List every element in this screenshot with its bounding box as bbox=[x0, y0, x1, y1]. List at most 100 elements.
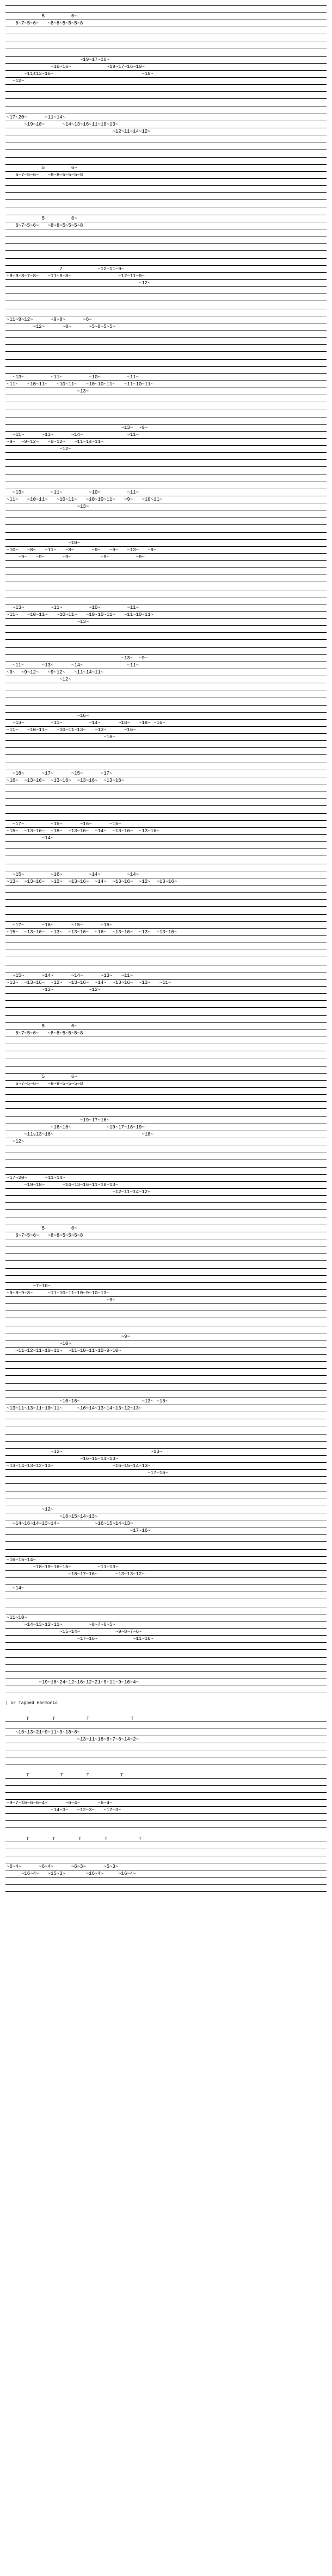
tab-string-line bbox=[5, 1037, 327, 1044]
tab-string-line: ~11~ ~10~11~ ~10~11~13~ ~13~ ~16~ bbox=[5, 726, 327, 733]
tab-system: ~18~ ~17~ ~15~ ~17~~16~ ~13~16~ ~13~16~ … bbox=[5, 763, 327, 806]
tab-string-line bbox=[5, 1757, 327, 1764]
tab-string-line bbox=[5, 1492, 327, 1499]
tab-string-line bbox=[5, 236, 327, 243]
tab-string-line: ~19~18~ ~14~13~16~11~10~13~ bbox=[5, 121, 327, 128]
tab-string-line bbox=[5, 517, 327, 525]
tab-string-line bbox=[5, 1202, 327, 1210]
tab-string-line bbox=[5, 849, 327, 856]
tab-system: ~12~ ~16~15~14~13~ ~14~16~14~13~14~ ~16~… bbox=[5, 1492, 327, 1542]
tab-row: ~13~ ~11~ ~10~ ~11~~11~ ~10~11~ ~10~11~ … bbox=[5, 359, 332, 409]
tab-string-line: ~19~17~16~ bbox=[5, 56, 327, 63]
tab-string-line bbox=[5, 1686, 327, 1693]
tab-string-line bbox=[5, 1884, 327, 1892]
tab-string-line: 5 6~ bbox=[5, 1225, 327, 1232]
tab-string-line bbox=[5, 192, 327, 200]
tab-row: ~16~ ~13~ ~11~ ~14~ ~18~ ~18~ ~16~~11~ ~… bbox=[5, 705, 332, 755]
tab-string-line bbox=[5, 1664, 327, 1671]
tab-string-line bbox=[5, 1368, 327, 1376]
tab-row: 5 6~ 6~7~5~6~ ~8~8~5~5~5~8 bbox=[5, 208, 332, 251]
tab-string-line bbox=[5, 791, 327, 798]
tab-row: ~15~ ~14~ ~14~ ~13~ ~11~~13~ ~13~16~ ~12… bbox=[5, 965, 332, 1008]
tab-string-line: ~13~ bbox=[5, 618, 327, 625]
tab-string-line bbox=[5, 1152, 327, 1159]
tab-system: ~11~9~12~ ~9~8~ ~6~ ~12~ ~8~ ~5~8~5~5~ bbox=[5, 309, 327, 352]
tab-row: ~13~ ~11~ ~10~ ~11~~11~ ~10~11~ ~10~11~ … bbox=[5, 475, 332, 525]
tab-string-line: ~13~11~13~11~10~11~ ~16~14~13~14~13~12~1… bbox=[5, 1405, 327, 1412]
tab-row: 7 ~12~11~9~~8~9~8~7~8~ ~11~9~8~ ~12~11~9… bbox=[5, 258, 332, 301]
tab-string-line bbox=[5, 1000, 327, 1008]
tab-system: 5 6~ 6~7~5~6~ ~8~8~5~5~5~8 bbox=[5, 1015, 327, 1058]
tab-string-line bbox=[5, 1577, 327, 1585]
tab-system: ~11~10~ ~14~13~12~11~ ~8~7~6~5~ ~15~14~ … bbox=[5, 1607, 327, 1650]
tab-string-line bbox=[5, 1750, 327, 1757]
tab-string-line: ~14~ bbox=[5, 1585, 327, 1592]
tab-row: ~13~ ~9~ ~11~ ~13~ ~14~ ~11~~9~ ~9~12~ ~… bbox=[5, 647, 332, 697]
tab-system: ~15~ ~16~ ~14~ ~14~~13~ ~13~16~ ~12~ ~13… bbox=[5, 864, 327, 907]
tab-row: ~9~ ~10~ ~11~12~11~10~11~ ~11~10~11~10~9… bbox=[5, 1326, 332, 1376]
tab-string-line bbox=[5, 1239, 327, 1246]
tab-string-line: ~11~12~11~10~11~ ~11~10~11~10~9~10~ bbox=[5, 1347, 327, 1354]
tab-string-line bbox=[5, 286, 327, 294]
tab-string-line: ~14~ bbox=[5, 834, 327, 841]
tab-string-line: ~12~11~14~12~ bbox=[5, 1188, 327, 1195]
tab-string-line bbox=[5, 632, 327, 640]
tab-row: ~17~20~ ~11~14~ ~19~18~ ~14~13~16~11~10~… bbox=[5, 1167, 332, 1210]
tab-string-line: ~9~ ~9~12~ ~9~12~ ~11~14~11~ bbox=[5, 438, 327, 445]
tab-system: ~10~16~ ~13~ ~16~~13~11~13~11~10~11~ ~16… bbox=[5, 1383, 327, 1426]
tab-string-line: ~9~ ~9~ ~9~ ~9~ ~9~ bbox=[5, 553, 327, 560]
tab-string-line: ~17~20~ ~11~14~ bbox=[5, 1174, 327, 1181]
technique-annotation: | or Tapped Harmonic bbox=[5, 1701, 327, 1706]
tab-string-line: ~16~13~21~9~11~9~18~6~ bbox=[5, 1729, 327, 1736]
tab-string-line: ~13~ ~11~ ~10~ ~11~ bbox=[5, 489, 327, 496]
tab-string-line bbox=[5, 943, 327, 950]
tab-string-line bbox=[5, 560, 327, 567]
tab-string-line: ~9~ bbox=[5, 1296, 327, 1303]
tab-string-line: ~16~ bbox=[5, 712, 327, 719]
tab-string-line: 5 6~ bbox=[5, 1022, 327, 1030]
tab-string-line bbox=[5, 1778, 327, 1785]
tab-string-line bbox=[5, 1361, 327, 1368]
tab-system: ~13~ ~11~ ~10~ ~11~~11~ ~10~11~ ~10~11~ … bbox=[5, 359, 327, 409]
tab-string-line: ~10~ ~8~ ~11~ ~8~ ~9~ ~9~ ~13~ ~9~ bbox=[5, 546, 327, 553]
tab-string-line bbox=[5, 1671, 327, 1679]
tab-string-line: ~13~11~18~6~7~6~14~2~ bbox=[5, 1736, 327, 1743]
tab-system: ~17~20~ ~11~14~ ~19~18~ ~14~13~16~11~10~… bbox=[5, 1167, 327, 1210]
tab-string-line bbox=[5, 27, 327, 34]
tab-system: ~16~ ~13~ ~11~ ~14~ ~18~ ~18~ ~16~~11~ ~… bbox=[5, 705, 327, 755]
tab-string-line bbox=[5, 532, 327, 539]
tab-string-line bbox=[5, 1326, 327, 1333]
tab-string-line bbox=[5, 1792, 327, 1799]
tab-string-line: ~13~ ~9~ bbox=[5, 654, 327, 662]
tab-string-line bbox=[5, 935, 327, 943]
tab-string-line bbox=[5, 1253, 327, 1261]
tab-string-line: 6~7~5~6~ ~8~8~5~5~5~8 bbox=[5, 1030, 327, 1037]
tab-string-line bbox=[5, 1820, 327, 1828]
tab-string-line: ~11~ ~13~ ~14~ ~11~ bbox=[5, 662, 327, 669]
tab-string-line bbox=[5, 993, 327, 1000]
tab-string-line: ~10~ bbox=[5, 1340, 327, 1347]
tab-string-line bbox=[5, 1066, 327, 1073]
tab-string-line: ~17~16~ ~11~10~ bbox=[5, 1635, 327, 1642]
tab-row: ~10~~10~ ~8~ ~11~ ~8~ ~9~ ~9~ ~13~ ~9~ ~… bbox=[5, 532, 332, 582]
tab-string-line bbox=[5, 459, 327, 467]
tab-string-line bbox=[5, 1693, 327, 1700]
tab-string-line: ~10~ bbox=[5, 539, 327, 546]
tab-string-line: ~12~ bbox=[5, 1506, 327, 1513]
tab-string-line: ~16~16~ ~19~17~16~19~ bbox=[5, 63, 327, 70]
tab-string-line: ~13~ ~11~ ~10~ ~11~ bbox=[5, 604, 327, 611]
tab-string-line bbox=[5, 1592, 327, 1599]
tab-row: ~13~ ~9~ ~11~ ~13~ ~14~ ~11~~9~ ~9~12~ ~… bbox=[5, 417, 332, 467]
tab-string-line: ~13~ bbox=[5, 388, 327, 395]
tab-row: 5 6~ 6~7~5~6~ ~8~8~5~5~5~8 bbox=[5, 1066, 332, 1109]
tab-string-line bbox=[5, 740, 327, 747]
tab-string-line: ~13~ ~13~16~ ~12~ ~13~16~ ~14~ ~13~16~ ~… bbox=[5, 878, 327, 885]
tab-string-line bbox=[5, 1657, 327, 1664]
tab-row: ~12~ ~16~15~14~13~ ~14~16~14~13~14~ ~16~… bbox=[5, 1492, 332, 1542]
tab-string-line bbox=[5, 135, 327, 142]
tab-string-line: ~12~ ~12~ bbox=[5, 986, 327, 993]
tab-string-line bbox=[5, 763, 327, 770]
tab-string-line: ~15~ ~14~ ~14~ ~13~ ~11~ bbox=[5, 972, 327, 979]
tab-system: ~19~17~16~ ~16~16~ ~19~17~16~19~ ~11s13~… bbox=[5, 1117, 327, 1159]
tab-string-line: ~13~14~13~12~13~ ~16~15~14~13~ bbox=[5, 1462, 327, 1469]
